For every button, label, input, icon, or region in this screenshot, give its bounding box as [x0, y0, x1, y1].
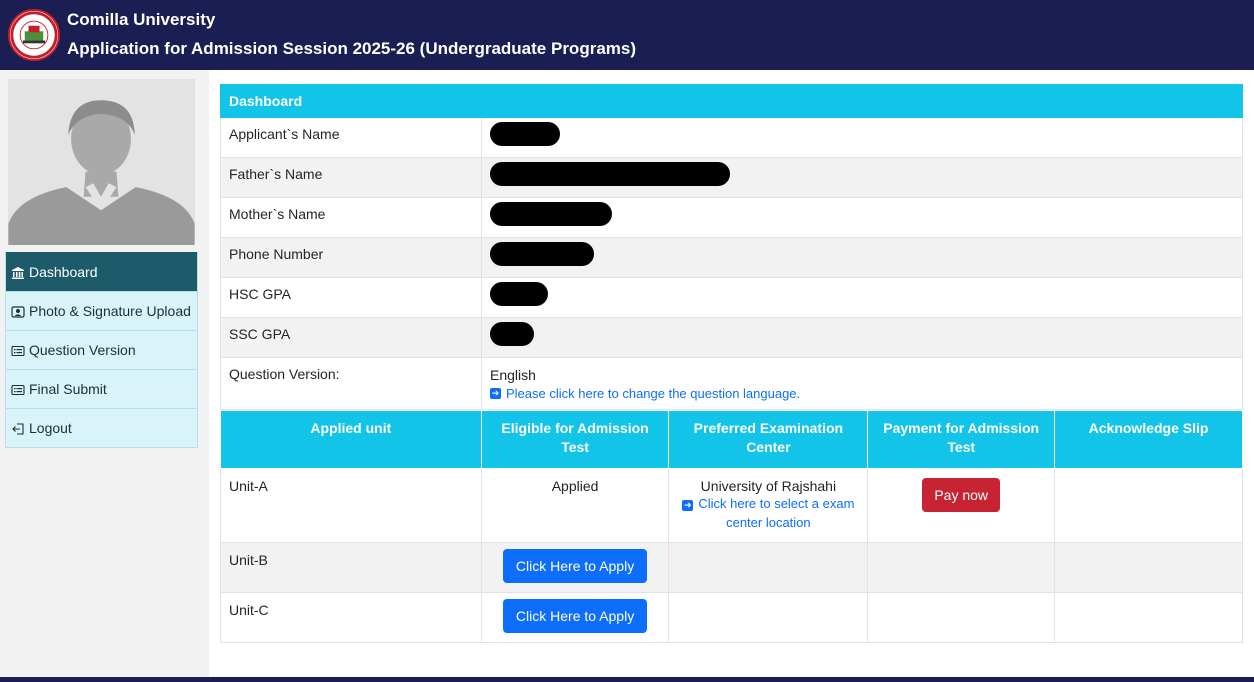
eligibility-status: Applied	[480, 468, 670, 543]
sidebar-item-label: Question Version	[29, 342, 136, 358]
applicant-photo-placeholder	[5, 76, 198, 248]
sidebar-nav: Dashboard Photo & Signature Upload Quest…	[5, 252, 198, 448]
sidebar-item-photo-signature-upload[interactable]: Photo & Signature Upload	[6, 291, 197, 330]
field-value-redacted	[481, 157, 1243, 198]
question-version-value: English	[490, 367, 536, 383]
column-header: Acknowledge Slip	[1054, 410, 1243, 469]
select-exam-center-label: Click here to select a exam center locat…	[698, 496, 855, 530]
payment-cell	[867, 592, 1056, 643]
redaction-mark	[490, 122, 560, 146]
field-label: Father`s Name	[220, 157, 482, 198]
change-language-label: Please click here to change the question…	[506, 386, 801, 401]
exam-center-cell	[668, 542, 869, 593]
info-row-ssc-gpa: SSC GPA	[220, 317, 1243, 358]
sidebar-item-label: Final Submit	[29, 381, 107, 397]
application-title: Application for Admission Session 2025-2…	[67, 39, 637, 58]
sidebar-item-logout[interactable]: Logout	[6, 408, 197, 447]
sidebar-item-label: Dashboard	[29, 264, 98, 280]
redaction-mark	[490, 322, 534, 346]
column-header: Eligible for Admission Test	[480, 410, 670, 469]
exam-center-name: University of Rajshahi	[700, 478, 837, 494]
sidebar-item-dashboard[interactable]: Dashboard	[6, 252, 197, 291]
unit-name: Unit-B	[220, 542, 482, 593]
apply-cell: Click Here to Apply	[480, 592, 670, 643]
table-row: Unit-B Click Here to Apply	[220, 542, 1243, 593]
acknowledge-slip-cell	[1054, 542, 1243, 593]
field-value-redacted	[481, 117, 1243, 158]
apply-button[interactable]: Click Here to Apply	[502, 549, 648, 583]
apply-button[interactable]: Click Here to Apply	[502, 599, 648, 633]
card-list-icon	[11, 343, 25, 357]
dashboard-table: Dashboard Applicant`s Name Father`s Name…	[220, 84, 1243, 410]
pay-now-button[interactable]: Pay now	[922, 478, 1001, 512]
info-row-phone-number: Phone Number	[220, 237, 1243, 278]
main-content: Dashboard Applicant`s Name Father`s Name…	[220, 84, 1243, 643]
field-label: SSC GPA	[220, 317, 482, 358]
field-label: Applicant`s Name	[220, 117, 482, 158]
question-version-cell: English ➔ Please click here to change th…	[481, 357, 1243, 410]
payment-cell	[867, 542, 1056, 593]
footer-bar	[0, 677, 1254, 682]
select-exam-center-link[interactable]: ➔ Click here to select a exam center loca…	[682, 496, 854, 530]
dashboard-heading: Dashboard	[220, 84, 1243, 118]
unit-name: Unit-A	[220, 468, 482, 543]
top-header: Comilla University Application for Admis…	[0, 0, 1254, 70]
redaction-mark	[490, 202, 612, 226]
field-value-redacted	[481, 317, 1243, 358]
column-header: Applied unit	[220, 410, 482, 469]
field-value-redacted	[481, 237, 1243, 278]
column-header: Preferred Examination Center	[668, 410, 869, 469]
arrow-right-square-icon: ➔	[490, 388, 501, 399]
logout-icon	[11, 421, 25, 435]
change-language-link[interactable]: ➔ Please click here to change the questi…	[490, 386, 800, 401]
info-row-question-version: Question Version: English ➔ Please click…	[220, 357, 1243, 410]
acknowledge-slip-cell	[1054, 468, 1243, 543]
column-header: Payment for Admission Test	[867, 410, 1056, 469]
bank-icon	[11, 265, 25, 279]
field-value-redacted	[481, 277, 1243, 318]
info-row-applicant-name: Applicant`s Name	[220, 117, 1243, 158]
info-row-mother-name: Mother`s Name	[220, 197, 1243, 238]
field-label: HSC GPA	[220, 277, 482, 318]
university-name: Comilla University	[67, 10, 216, 29]
info-row-father-name: Father`s Name	[220, 157, 1243, 198]
field-value-redacted	[481, 197, 1243, 238]
field-label: Mother`s Name	[220, 197, 482, 238]
acknowledge-slip-cell	[1054, 592, 1243, 643]
field-label: Question Version:	[220, 357, 482, 410]
exam-center-cell	[668, 592, 869, 643]
apply-cell: Click Here to Apply	[480, 542, 670, 593]
redaction-mark	[490, 242, 594, 266]
sidebar-item-question-version[interactable]: Question Version	[6, 330, 197, 369]
sidebar-item-label: Logout	[29, 420, 72, 436]
info-row-hsc-gpa: HSC GPA	[220, 277, 1243, 318]
redaction-mark	[490, 282, 548, 306]
unit-name: Unit-C	[220, 592, 482, 643]
table-row: Unit-C Click Here to Apply	[220, 592, 1243, 643]
arrow-right-square-icon: ➔	[682, 500, 694, 511]
redaction-mark	[490, 162, 730, 186]
card-list-icon	[11, 382, 25, 396]
units-table-header: Applied unit Eligible for Admission Test…	[220, 410, 1243, 469]
sidebar-item-final-submit[interactable]: Final Submit	[6, 369, 197, 408]
sidebar-item-label: Photo & Signature Upload	[29, 303, 191, 319]
id-badge-icon	[11, 304, 25, 318]
exam-center-cell: University of Rajshahi ➔ Click here to se…	[668, 468, 869, 543]
units-table: Applied unit Eligible for Admission Test…	[220, 410, 1243, 643]
university-logo	[8, 9, 60, 61]
payment-cell: Pay now	[867, 468, 1056, 543]
field-label: Phone Number	[220, 237, 482, 278]
table-row: Unit-A Applied University of Rajshahi ➔ C…	[220, 468, 1243, 543]
